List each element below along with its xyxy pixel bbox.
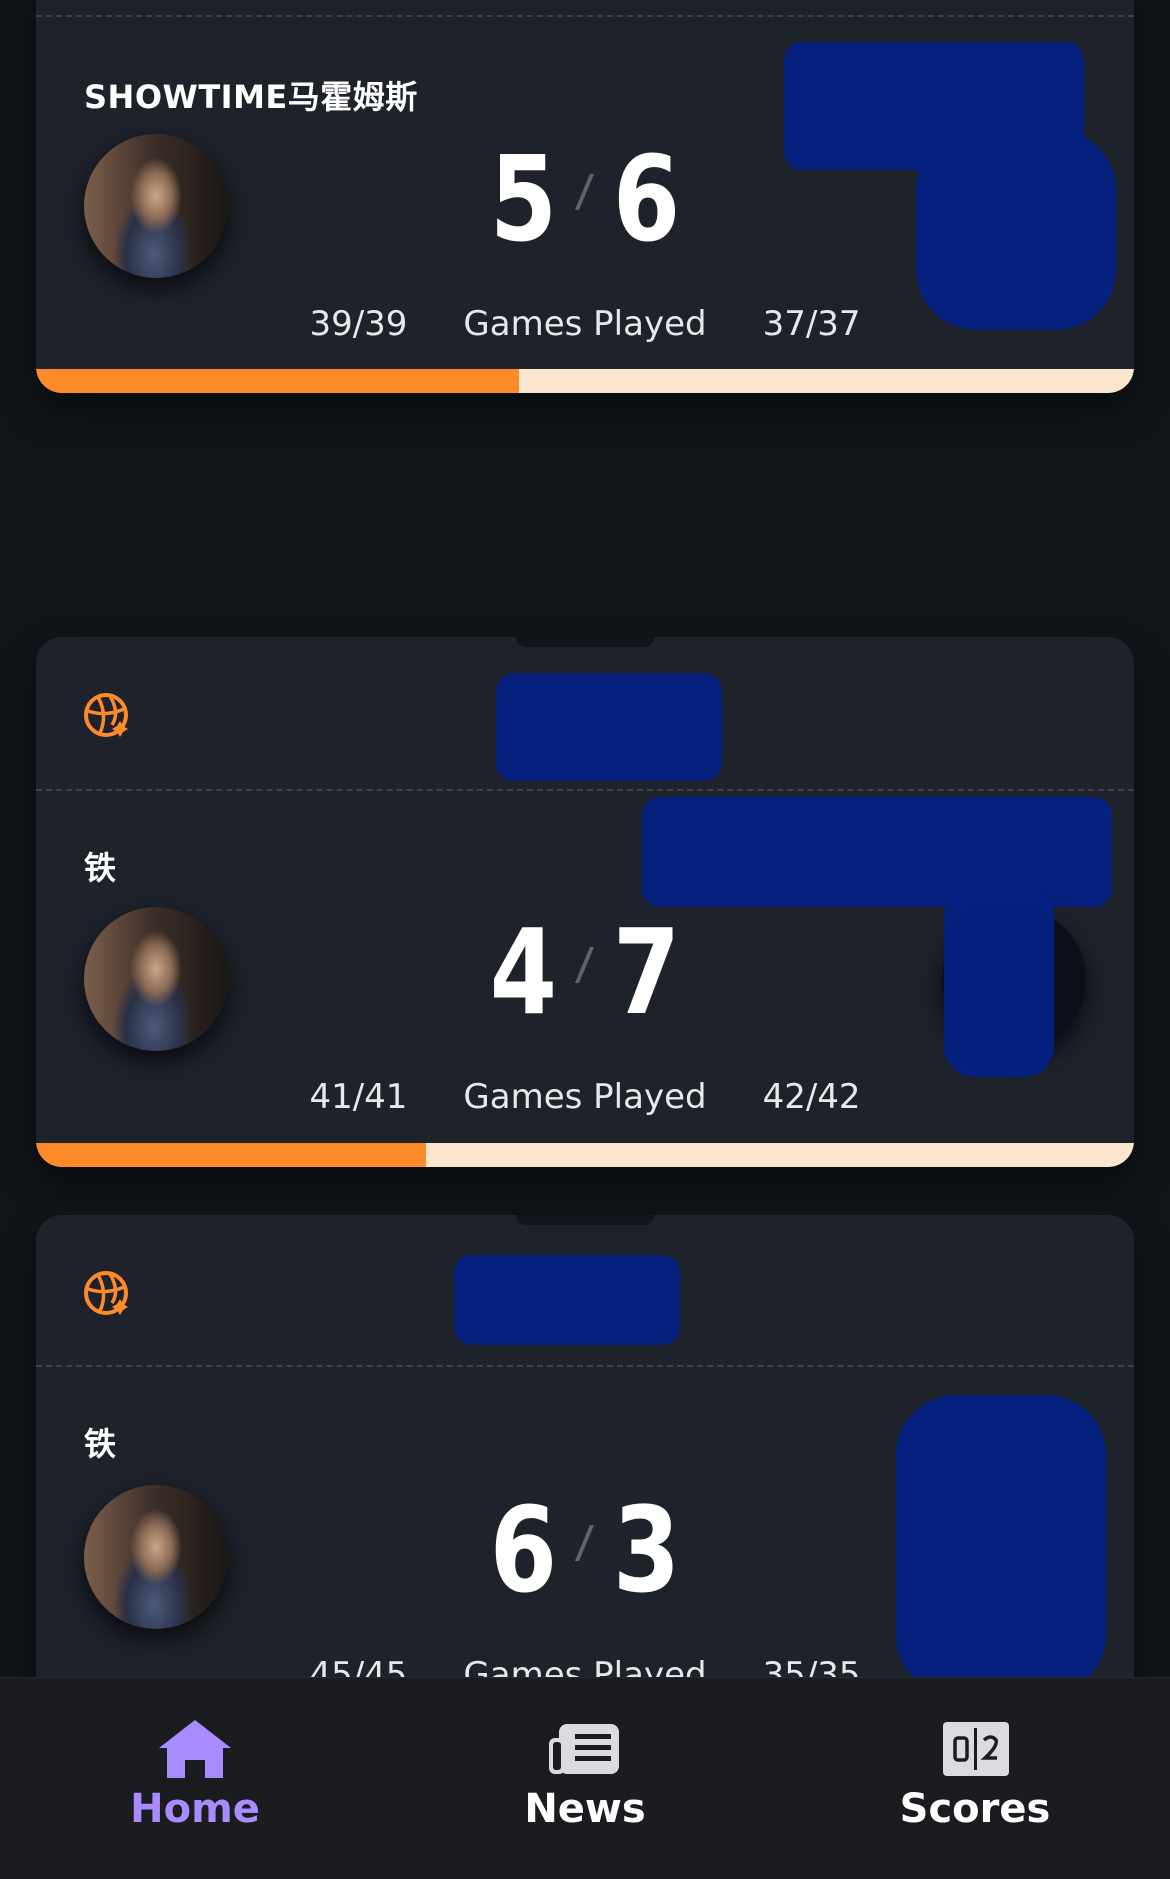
- score-separator: /: [578, 1517, 592, 1568]
- divider: [36, 789, 1134, 791]
- team-name: SHOWTIME马霍姆斯: [84, 78, 418, 116]
- bottom-tab-bar: Home News Scores: [0, 1677, 1170, 1879]
- progress-bar: [36, 369, 1134, 393]
- record-right: 37/37: [762, 304, 861, 344]
- team-name: 铁: [84, 849, 117, 887]
- score-right: 3: [612, 1481, 681, 1619]
- redacted-area: [916, 130, 1116, 330]
- score: 6 / 3: [135, 1481, 1035, 1619]
- team-name: 铁: [84, 1425, 117, 1463]
- score-right: 7: [612, 903, 681, 1041]
- divider: [36, 1365, 1134, 1367]
- home-icon: [159, 1720, 231, 1778]
- tab-home-label: Home: [130, 1786, 260, 1832]
- matchup-card[interactable]: 铁 4 / 7 41/41 Games Played 42/42: [36, 637, 1134, 1167]
- score: 4 / 7: [135, 903, 1035, 1041]
- tab-scores-label: Scores: [899, 1786, 1051, 1832]
- progress-bar: [36, 1143, 1134, 1167]
- score-left: 5: [489, 130, 558, 268]
- redacted-area: [454, 1255, 680, 1345]
- divider: [36, 15, 1134, 17]
- basketball-icon: [84, 1271, 128, 1315]
- redacted-area: [642, 797, 1112, 907]
- tab-scores[interactable]: Scores: [780, 1678, 1170, 1879]
- record-left: 41/41: [309, 1077, 408, 1117]
- score-separator: /: [578, 166, 592, 217]
- progress-right: [425, 1143, 1134, 1167]
- stats-row: 41/41 Games Played 42/42: [36, 1077, 1134, 1117]
- record-left: 39/39: [309, 304, 408, 344]
- matchup-card[interactable]: SHOWTIME马霍姆斯 5 / 6 39/39 Games Played 37…: [36, 0, 1134, 393]
- card-notch: [516, 637, 654, 647]
- basketball-icon: [84, 693, 128, 737]
- score-separator: /: [578, 939, 592, 990]
- progress-right: [519, 369, 1134, 393]
- score-right: 6: [612, 130, 681, 268]
- tab-news[interactable]: News: [390, 1678, 780, 1879]
- stat-label: Games Played: [463, 1077, 707, 1117]
- scoreboard-icon: [943, 1722, 1009, 1776]
- tab-news-label: News: [524, 1786, 646, 1832]
- record-right: 42/42: [762, 1077, 861, 1117]
- progress-left: [36, 369, 520, 393]
- card-notch: [516, 1215, 654, 1225]
- tab-home[interactable]: Home: [0, 1678, 390, 1879]
- newspaper-icon: [549, 1724, 619, 1774]
- redacted-area: [496, 673, 722, 781]
- score-left: 4: [489, 903, 558, 1041]
- score-left: 6: [489, 1481, 558, 1619]
- progress-left: [36, 1143, 426, 1167]
- stat-label: Games Played: [463, 304, 707, 344]
